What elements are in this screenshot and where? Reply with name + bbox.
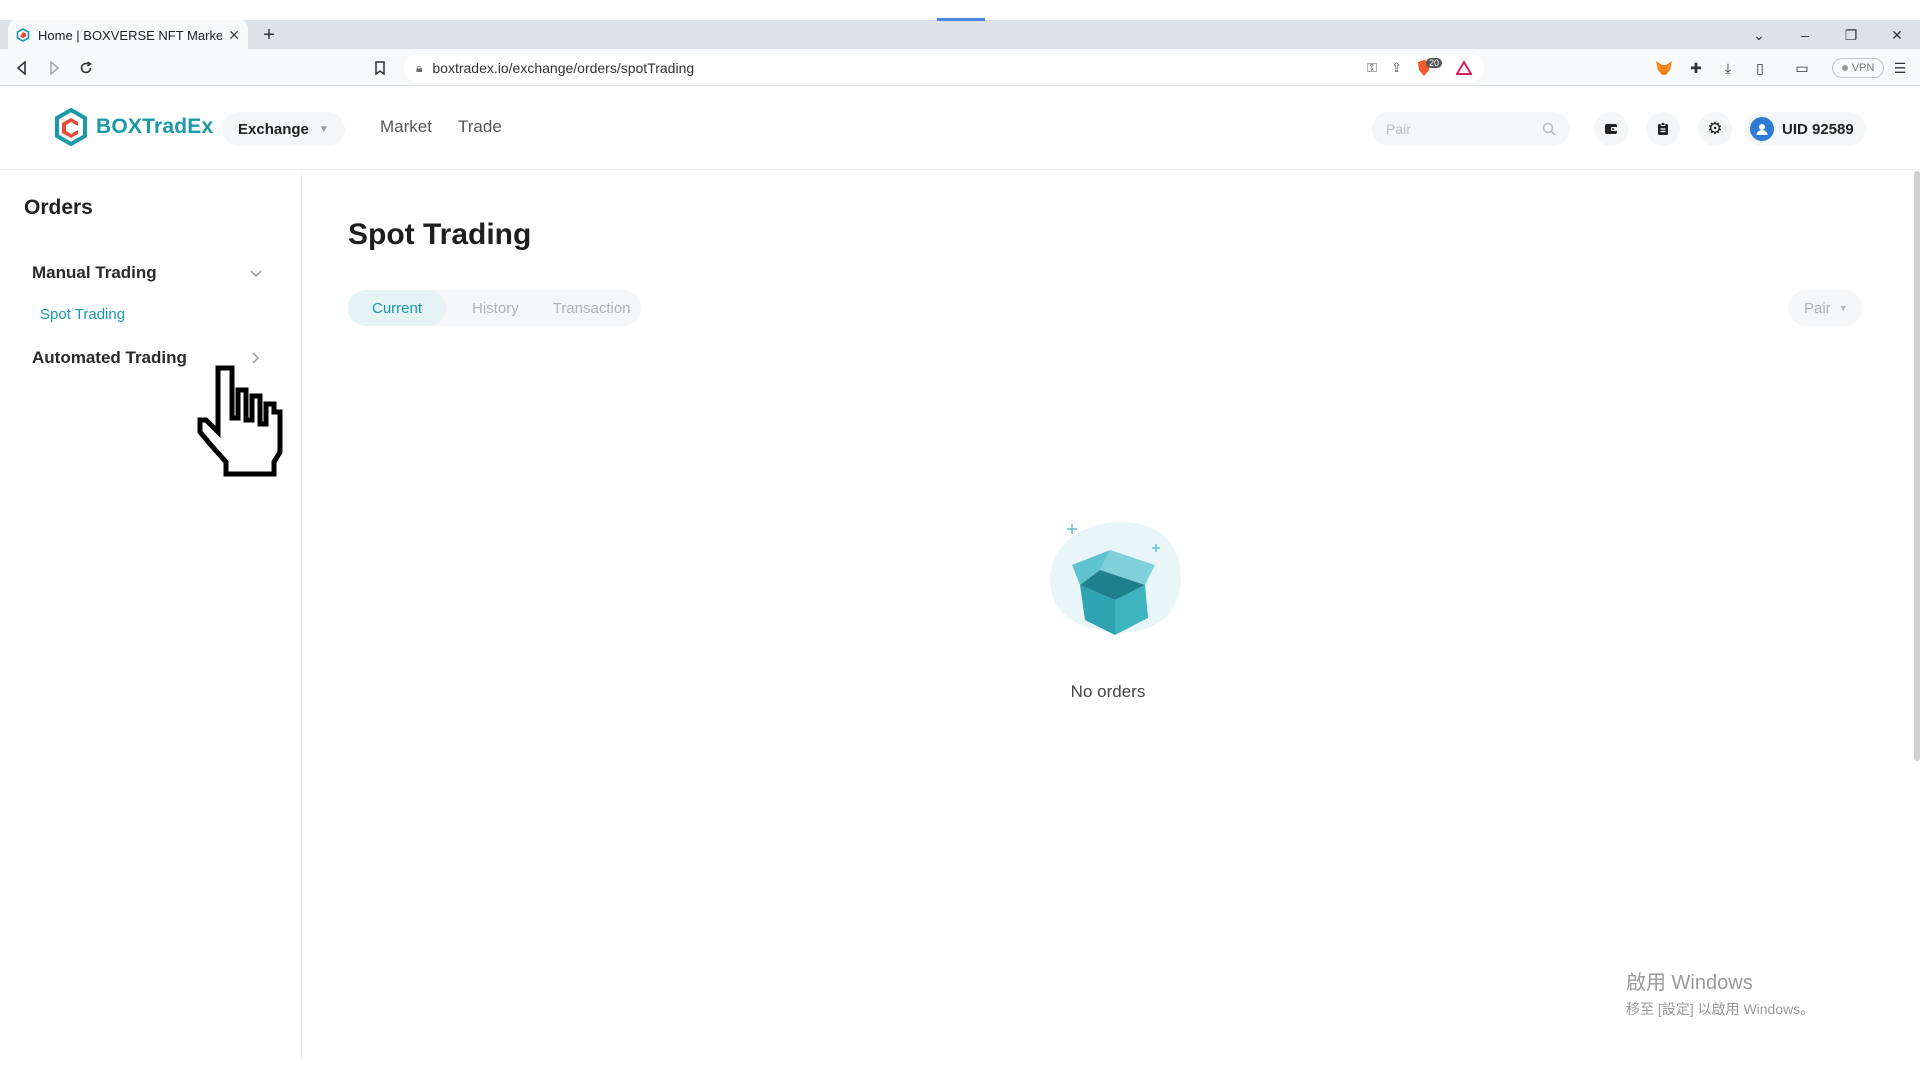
boxtradex-logo-icon <box>55 108 87 146</box>
empty-state-text: No orders <box>1070 682 1146 701</box>
chevron-down-icon: ▼ <box>318 123 329 135</box>
lock-icon: 🔒︎ <box>416 60 423 75</box>
user-uid: UID 92589 <box>1782 120 1854 138</box>
sidebar-group-manual-trading[interactable]: Manual Trading <box>32 263 157 283</box>
wallet-icon <box>1605 124 1617 134</box>
key-icon[interactable]: ⚿ <box>1367 60 1377 76</box>
brand-name: BOXTradEx <box>96 115 214 138</box>
chevron-down-icon: ▼ <box>1838 303 1848 313</box>
page-title: Spot Trading <box>348 218 532 251</box>
vpn-label: VPN <box>1851 62 1875 74</box>
hand-cursor-icon <box>197 365 283 477</box>
vpn-button[interactable]: VPN <box>1832 58 1884 78</box>
exchange-dropdown[interactable]: Exchange ▼ <box>222 112 345 146</box>
metamask-extension-icon[interactable] <box>1652 56 1676 80</box>
back-icon[interactable] <box>10 56 34 80</box>
clipboard-icon <box>1658 122 1668 135</box>
orders-header-button[interactable] <box>1646 112 1680 146</box>
bookmark-icon[interactable] <box>368 56 392 80</box>
tab-transaction[interactable]: Transaction <box>543 290 641 326</box>
url-text: boxtradex.io/exchange/orders/spotTrading <box>432 60 695 76</box>
search-icon <box>1542 122 1556 136</box>
loading-indicator <box>937 18 985 21</box>
share-icon[interactable]: ⇪ <box>1391 60 1402 76</box>
pair-filter-label: Pair <box>1804 299 1831 317</box>
chevron-down-icon[interactable] <box>248 266 264 282</box>
brave-shield-icon[interactable]: 20 <box>1416 58 1442 77</box>
tab-close-icon[interactable]: ✕ <box>228 27 240 44</box>
watermark-line-2: 移至 [設定] 以啟用 Windows。 <box>1626 1001 1815 1017</box>
settings-header-button[interactable]: ⚙ <box>1698 112 1732 146</box>
restore-icon[interactable]: ❐ <box>1834 22 1868 48</box>
windows-activation-watermark: 啟用 Windows 移至 [設定] 以啟用 Windows。 <box>1626 966 1814 1019</box>
download-icon[interactable]: ⤓ <box>1716 56 1740 80</box>
tab-search-chevron-icon[interactable]: ⌄ <box>1742 22 1776 48</box>
gear-icon: ⚙ <box>1707 119 1723 138</box>
address-bar[interactable]: 🔒︎ boxtradex.io/exchange/orders/spotTrad… <box>404 54 1484 82</box>
empty-box-illustration <box>1050 521 1181 635</box>
brave-rewards-icon[interactable] <box>1456 61 1472 75</box>
tab-title: Home | BOXVERSE NFT Marketp <box>38 27 223 43</box>
exchange-label: Exchange <box>238 120 309 138</box>
pair-filter-dropdown[interactable]: Pair ▼ <box>1788 290 1862 326</box>
sidebar-toggle-icon[interactable]: ▯ <box>1748 56 1772 80</box>
extensions-puzzle-icon[interactable]: ✚ <box>1684 56 1708 80</box>
avatar-icon <box>1750 117 1774 141</box>
minimize-icon[interactable]: – <box>1788 22 1822 48</box>
forward-icon[interactable] <box>42 56 66 80</box>
nav-trade[interactable]: Trade <box>458 117 502 137</box>
pair-search-placeholder: Pair <box>1386 121 1411 137</box>
user-account-button[interactable]: UID 92589 <box>1744 112 1866 146</box>
page-scrollbar[interactable] <box>1914 171 1920 761</box>
sidebar-item-spot-trading[interactable]: Spot Trading <box>40 306 125 323</box>
pair-search-input[interactable]: Pair <box>1372 112 1570 146</box>
menu-icon[interactable]: ☰ <box>1888 56 1912 80</box>
order-tabs: Current History Transaction <box>348 290 641 326</box>
site-favicon-icon <box>16 28 30 42</box>
nav-market[interactable]: Market <box>380 117 432 137</box>
sidebar-title: Orders <box>24 196 93 219</box>
wallet-icon[interactable]: ▭ <box>1790 56 1814 80</box>
brand-logo[interactable]: BOXTradEx <box>54 108 213 146</box>
tab-history[interactable]: History <box>446 290 543 326</box>
vpn-status-dot <box>1841 65 1848 71</box>
brave-shield-count: 20 <box>1425 58 1442 68</box>
close-window-icon[interactable]: ✕ <box>1880 22 1914 48</box>
tab-current[interactable]: Current <box>348 290 447 326</box>
orders-sidebar <box>0 171 302 1060</box>
watermark-line-1: 啟用 Windows <box>1626 972 1753 994</box>
wallet-header-button[interactable] <box>1594 112 1628 146</box>
sidebar-group-automated-trading[interactable]: Automated Trading <box>32 348 187 368</box>
browser-tab-active[interactable]: Home | BOXVERSE NFT Marketp ✕ <box>8 20 248 50</box>
browser-tab-strip <box>0 0 1920 49</box>
new-tab-button[interactable]: + <box>256 22 282 48</box>
reload-icon[interactable] <box>74 56 98 80</box>
